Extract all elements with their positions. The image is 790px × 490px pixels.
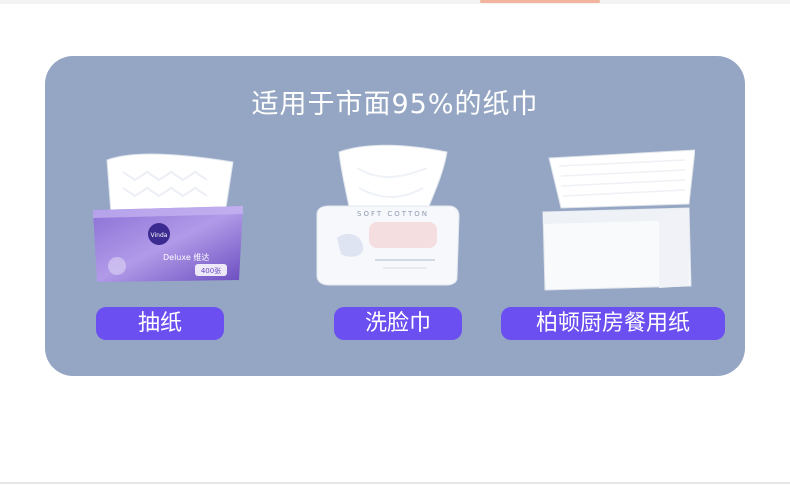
product-tissue-box: Vinda Deluxe 维达 400张 bbox=[93, 148, 243, 283]
label-kitchen-paper: 柏顿厨房餐用纸 bbox=[501, 307, 725, 340]
tissue-box-icon: Vinda Deluxe 维达 400张 bbox=[93, 153, 243, 282]
product-kitchen-paper bbox=[539, 148, 696, 293]
product-series-text: Deluxe 维达 bbox=[163, 252, 209, 262]
kitchen-paper-pack-icon bbox=[542, 149, 696, 291]
compatibility-panel: 适用于市面95%的纸巾 Vinda Deluxe 维达 400张 SOFT CO… bbox=[45, 56, 745, 376]
pack-brand-text: SOFT COTTON bbox=[357, 210, 429, 218]
face-towel-pack-icon: SOFT COTTON bbox=[316, 144, 460, 286]
sheet-count-badge: 400张 bbox=[201, 266, 221, 275]
product-face-towel: SOFT COTTON bbox=[307, 142, 467, 287]
vinda-logo: Vinda bbox=[151, 232, 168, 239]
bottom-divider bbox=[0, 482, 790, 484]
top-strip bbox=[0, 0, 790, 4]
panel-title: 适用于市面95%的纸巾 bbox=[251, 89, 539, 120]
label-face-towel: 洗脸巾 bbox=[334, 307, 462, 340]
top-accent-bar bbox=[480, 0, 600, 3]
label-tissue: 抽纸 bbox=[96, 307, 224, 340]
